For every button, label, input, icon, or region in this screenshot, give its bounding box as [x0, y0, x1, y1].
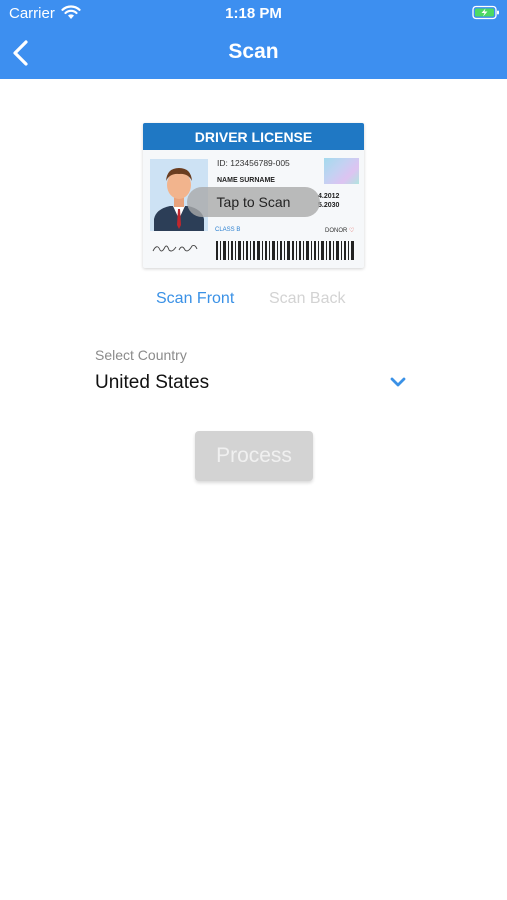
status-bar: Carrier 1:18 PM: [0, 0, 507, 28]
card-name: NAME SURNAME: [217, 177, 275, 184]
country-value[interactable]: United States: [95, 372, 209, 394]
clock: 1:18 PM: [225, 5, 282, 22]
hologram-image: [324, 158, 359, 184]
card-date-expiry: 5.2030: [318, 202, 340, 209]
card-date-issue: 4.2012: [318, 193, 340, 200]
donor-heart-icon: ♡: [349, 228, 355, 234]
tap-to-scan-button[interactable]: Tap to Scan: [187, 187, 320, 217]
battery-icon: [472, 5, 499, 20]
country-label: Select Country: [95, 347, 187, 363]
card-donor-label: DONOR: [325, 228, 348, 234]
card-header: DRIVER LICENSE: [143, 123, 364, 150]
chevron-down-icon[interactable]: [389, 375, 407, 389]
scan-front-tab[interactable]: Scan Front: [156, 290, 234, 308]
barcode-image: [216, 241, 354, 260]
scan-back-tab[interactable]: Scan Back: [269, 290, 345, 308]
page-title: Scan: [228, 40, 279, 63]
card-class: CLASS B: [215, 227, 241, 233]
process-button[interactable]: Process: [195, 431, 313, 481]
nav-bar: Carrier 1:18 PM Scan: [0, 0, 507, 79]
card-donor: DONOR ♡: [325, 227, 354, 234]
signature-image: [151, 241, 199, 258]
card-id-number: ID: 123456789-005: [217, 158, 290, 168]
